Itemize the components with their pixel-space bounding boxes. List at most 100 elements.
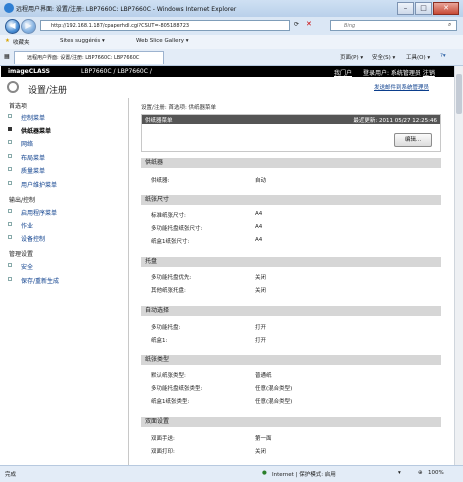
setting-label: 纸盒1纸张类型: [151, 399, 190, 405]
favorites-star-icon: ★ [5, 38, 10, 44]
address-toolbar: ◀ ▶ http://192.168.1.187/cpaperhdl.cgi?C… [0, 17, 463, 35]
model-label: LBP7660C / LBP7660C / [81, 68, 152, 75]
favorites-bar: ★ 收藏夹 Sites suggérés ▾ Web Slice Gallery… [0, 35, 463, 50]
status-text: 完成 [5, 472, 17, 478]
setting-label: 多功能托盘优先: [151, 275, 192, 281]
setting-value: 任意(混合类型) [255, 386, 293, 392]
setting-value: 打开 [255, 325, 267, 331]
web-slice-gallery-link[interactable]: Web Slice Gallery ▾ [136, 38, 189, 44]
sidebar-group-title: 管理设置 [9, 251, 34, 258]
sidebar-item-layout[interactable]: 布局菜单 [7, 153, 45, 162]
login-user-text: 登录用户: 系统管理员 [363, 70, 421, 77]
section-header: 供纸器 [141, 158, 441, 168]
menu-title: 供纸器菜单 [145, 118, 173, 124]
setting-label: 多功能托盘纸张尺寸: [151, 226, 203, 232]
setting-label: 其他纸张托盘: [151, 288, 186, 294]
sidebar-item-user-maintenance[interactable]: 用户维护菜单 [7, 180, 57, 189]
sidebar-item-quality[interactable]: 质量菜单 [7, 166, 45, 175]
minimize-button[interactable]: – [397, 2, 414, 15]
ie-logo-icon [4, 3, 14, 13]
page-menu[interactable]: 页面(P) ▾ [340, 53, 363, 61]
logout-link[interactable]: 注销 [423, 70, 435, 77]
setting-label: 供纸器: [151, 178, 170, 184]
sidebar-group-title: 输出/控制 [9, 197, 36, 204]
section-header: 自动选择 [141, 306, 441, 316]
page-title: 设置/注册 [28, 86, 68, 96]
breadcrumb: 设置/注册: 首选项: 供纸器菜单 [141, 105, 217, 111]
stop-icon[interactable]: ✕ [306, 20, 312, 28]
login-info: 登录用户: 系统管理员 注销 [363, 68, 435, 77]
sidebar-item-security[interactable]: 安全 [7, 262, 33, 271]
tab-current[interactable]: 远程用户界面: 设置/注册: LBP7660C: LBP7660C [14, 51, 164, 64]
setting-value: 任意(混合类型) [255, 399, 293, 405]
setting-label: 双面打印: [151, 449, 175, 455]
section-header: 双面设置 [141, 417, 441, 427]
quick-tabs-icon[interactable]: ▦ [4, 53, 10, 60]
search-icon[interactable]: ⌕ [448, 21, 451, 29]
edit-button[interactable]: 编辑... [394, 133, 432, 147]
last-updated: 最近更新: 2011 05/27 12:25:46 [353, 118, 437, 124]
vertical-scrollbar[interactable] [454, 66, 463, 465]
search-input[interactable]: Bing [330, 20, 457, 31]
sidebar-item-network[interactable]: 网络 [7, 139, 33, 148]
close-button[interactable]: ✕ [433, 2, 459, 15]
zoom-icon: ⊕ [418, 470, 423, 476]
section-header: 纸张尺寸 [141, 195, 441, 205]
setting-label: 双面手送: [151, 436, 175, 442]
setting-label: 多功能托盘纸张类型: [151, 386, 203, 392]
sidebar-item-backup-restore[interactable]: 保存/重新生成 [7, 276, 59, 285]
tools-menu[interactable]: 工具(O) ▾ [406, 53, 430, 61]
settings-header: 设置/注册 发送邮件到系统管理员 [1, 77, 454, 99]
setting-label: 默认纸张类型: [151, 373, 186, 379]
window-title-bar: 远程用户界面: 设置/注册: LBP7660C: LBP7660C - Wind… [0, 0, 463, 18]
setting-label: 纸盒1: [151, 338, 168, 344]
refresh-icon[interactable]: ⟳ [294, 21, 299, 28]
forward-button[interactable]: ▶ [21, 19, 36, 34]
safety-menu[interactable]: 安全(S) ▾ [372, 53, 395, 61]
setting-value: 第一面 [255, 436, 272, 442]
sidebar-group-title: 首选项 [9, 103, 28, 110]
protected-mode-icon[interactable]: ▾ [398, 470, 401, 476]
main-content: 设置/注册: 首选项: 供纸器菜单 供纸器菜单 最近更新: 2011 05/27… [129, 98, 454, 465]
status-bar: 完成 ● Internet | 保护模式: 启用 ▾ ⊕ 100% [0, 465, 463, 482]
security-zone[interactable]: Internet | 保护模式: 启用 [272, 470, 336, 478]
sidebar: 首选项 控制菜单 供纸器菜单 网络 布局菜单 质量菜单 用户维护菜单 输出/控制… [1, 98, 129, 465]
gear-icon [7, 81, 19, 93]
section-header: 托盘 [141, 257, 441, 267]
my-page-link[interactable]: 我门户 [334, 68, 352, 77]
address-input[interactable]: http://192.168.1.187/cpaperhdl.cgi?CSUT=… [40, 20, 290, 31]
setting-label: 标准纸张尺寸: [151, 213, 186, 219]
setting-value: 关闭 [255, 275, 267, 281]
window-title: 远程用户界面: 设置/注册: LBP7660C: LBP7660C - Wind… [16, 6, 237, 13]
scrollbar-thumb[interactable] [456, 74, 462, 114]
sidebar-item-paper-source[interactable]: 供纸器菜单 [7, 126, 51, 135]
globe-icon: ● [262, 470, 267, 476]
tab-bar: ▦ 远程用户界面: 设置/注册: LBP7660C: LBP7660C 页面(P… [0, 49, 463, 66]
zoom-level[interactable]: 100% [428, 470, 444, 476]
sidebar-item-device-control[interactable]: 设备控制 [7, 234, 45, 243]
suggested-sites-link[interactable]: Sites suggérés ▾ [60, 38, 105, 44]
setting-value: A4 [255, 237, 263, 243]
help-icon[interactable]: ?▾ [440, 53, 446, 59]
brand-label: imageCLASS [8, 68, 50, 75]
section-header: 纸张类型 [141, 355, 441, 365]
menu-panel: 供纸器菜单 最近更新: 2011 05/27 12:25:46 编辑... [141, 114, 441, 152]
sidebar-item-enable-program[interactable]: 启用程序菜单 [7, 208, 57, 217]
setting-value: 关闭 [255, 449, 267, 455]
setting-value: 普通纸 [255, 373, 272, 379]
sidebar-item-control-menu[interactable]: 控制菜单 [7, 113, 45, 122]
setting-value: A4 [255, 211, 263, 217]
sidebar-item-jobs[interactable]: 作业 [7, 221, 33, 230]
menu-title-bar: 供纸器菜单 最近更新: 2011 05/27 12:25:46 [142, 115, 440, 124]
setting-value: 自动 [255, 178, 267, 184]
send-mail-link[interactable]: 发送邮件到系统管理员 [374, 83, 429, 91]
setting-label: 纸盒1纸张尺寸: [151, 239, 190, 245]
setting-value: A4 [255, 224, 263, 230]
back-button[interactable]: ◀ [5, 19, 20, 34]
setting-value: 关闭 [255, 288, 267, 294]
setting-label: 多功能托盘: [151, 325, 181, 331]
page-header: imageCLASS LBP7660C / LBP7660C / 我门户 登录用… [1, 66, 454, 77]
maximize-button[interactable]: □ [415, 2, 432, 15]
setting-value: 打开 [255, 338, 267, 344]
favorites-button[interactable]: 收藏夹 [13, 38, 30, 46]
